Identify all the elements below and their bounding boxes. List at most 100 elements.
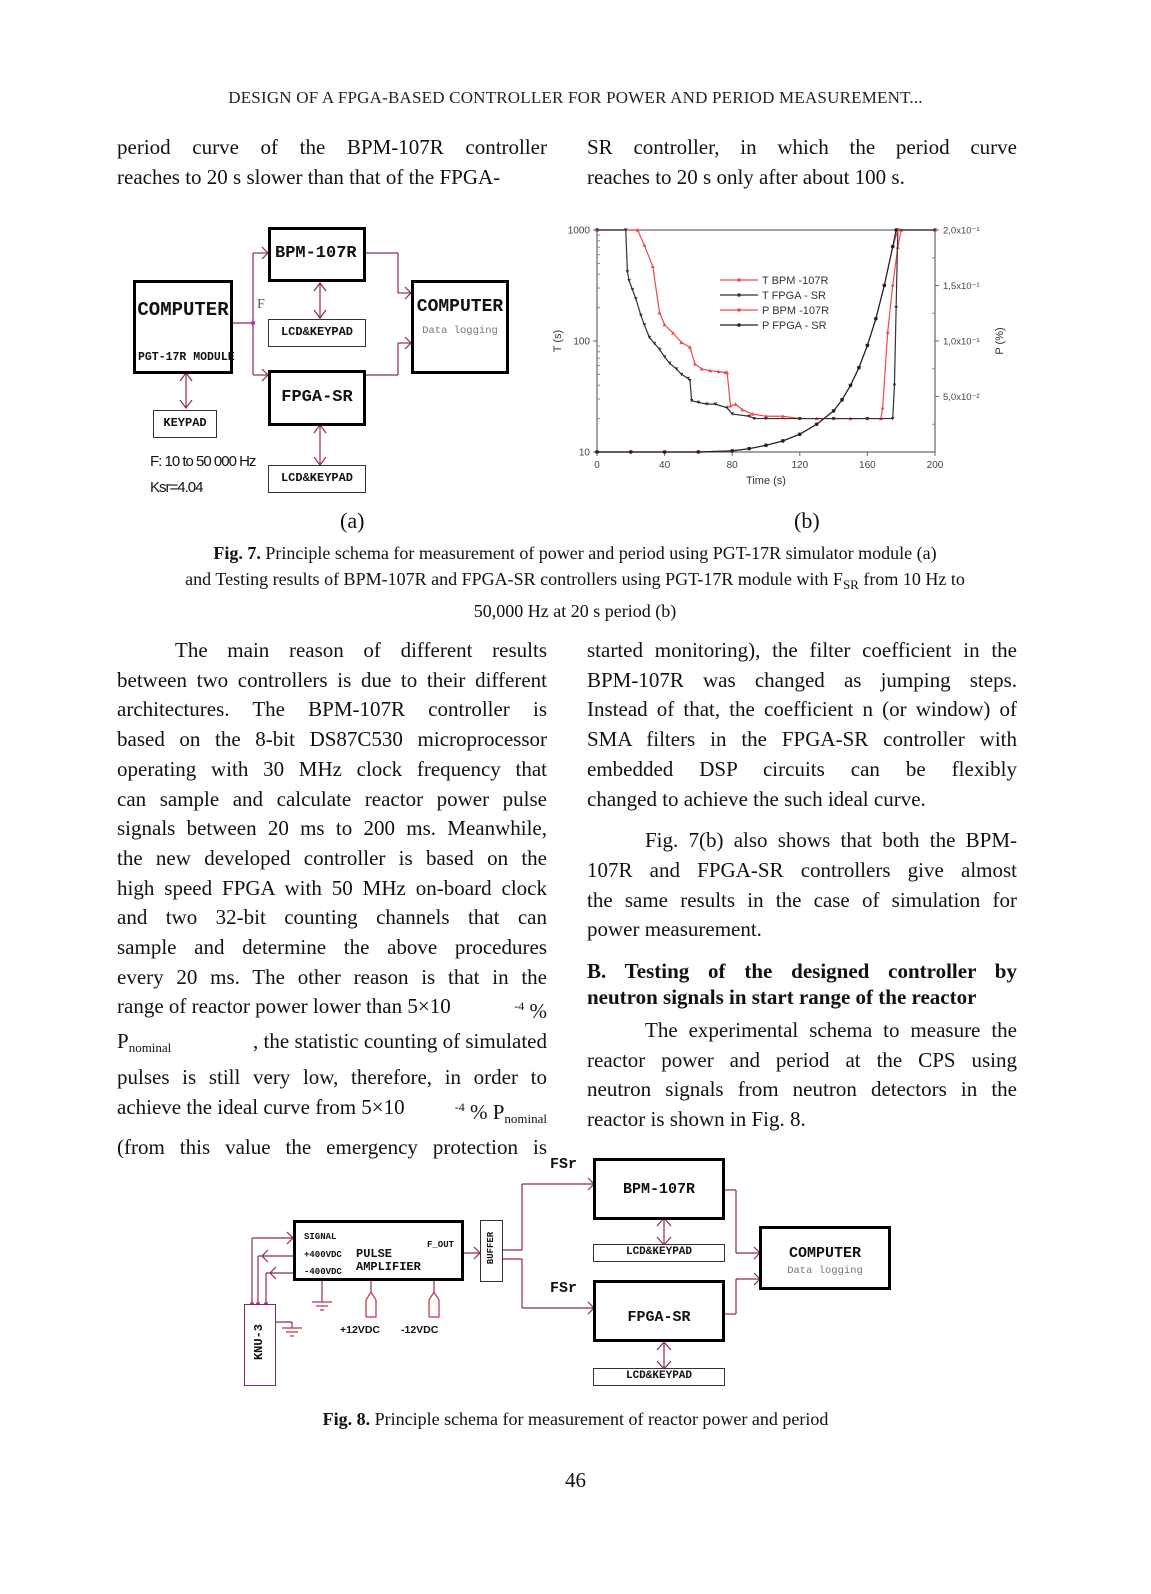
data-point bbox=[874, 317, 878, 321]
top-right-text: SR controller, in which the period curve… bbox=[587, 133, 1017, 192]
data-point bbox=[880, 405, 885, 410]
fpga-sr-box: FPGA-SR bbox=[268, 370, 366, 426]
text-line: every 20 ms. The other reason is that in… bbox=[117, 964, 547, 989]
data-point bbox=[730, 449, 734, 453]
fsr-bottom-label: FSr bbox=[550, 1280, 578, 1297]
text-line: high speed FPGA with 50 MHz on-board clo… bbox=[117, 875, 547, 900]
bpm-107r-box: BPM-107R bbox=[268, 227, 366, 282]
legend-swatch-marker bbox=[737, 278, 741, 282]
data-point bbox=[894, 228, 898, 232]
data-point bbox=[629, 450, 633, 454]
text-line: between two controllers is due to their … bbox=[117, 667, 547, 692]
fig7a-diagram: COMPUTER PGT-17R MODULE KEYPAD F BPM-107… bbox=[120, 215, 520, 515]
legend-label: P BPM -107R bbox=[762, 305, 829, 317]
caption-line: Fig. 7. Principle schema for measurement… bbox=[100, 540, 1050, 566]
chart-svg: 0 40 80 120 160 200 10 100 1000 5,0x10⁻² 1,0x10⁻¹ 1… bbox=[552, 226, 1006, 488]
text-line: embedded DSP circuits can be flexibly bbox=[587, 756, 1017, 781]
text-fragment: P bbox=[117, 1029, 129, 1054]
text-line: the same results in the case of simulati… bbox=[587, 887, 1017, 912]
x-tick-label: 40 bbox=[659, 460, 671, 471]
minus400-pin-label: -400VDC bbox=[304, 1267, 342, 1277]
text-line: SR controller, in which the period curve bbox=[587, 135, 1017, 159]
buffer-label: BUFFER bbox=[486, 1231, 496, 1265]
data-point bbox=[696, 450, 701, 454]
legend-label: T BPM -107R bbox=[762, 275, 828, 287]
buffer-box: BUFFER bbox=[480, 1220, 503, 1282]
data-point bbox=[630, 288, 635, 292]
data-point bbox=[639, 313, 643, 318]
text-line: signals between 20 ms to 200 ms. Meanwhi… bbox=[117, 816, 547, 841]
text-fragment: % bbox=[524, 999, 548, 1024]
fig7-caption-label: Fig. 7. bbox=[213, 543, 261, 563]
text-fragment: range of reactor power lower than 5×10 bbox=[117, 994, 451, 1019]
legend-swatch-marker bbox=[737, 293, 741, 297]
superscript: -4 bbox=[454, 1099, 465, 1114]
text-line: period curve of the BPM-107R controller bbox=[117, 135, 547, 159]
data-point bbox=[693, 362, 698, 366]
data-point bbox=[764, 443, 768, 448]
dest-computer-title: COMPUTER bbox=[416, 297, 504, 317]
data-point bbox=[831, 409, 836, 413]
y2-tick-label: 1,5x10⁻¹ bbox=[943, 281, 980, 292]
data-point bbox=[747, 446, 751, 451]
data-point bbox=[798, 432, 802, 437]
fsr-top-label: FSr bbox=[550, 1156, 578, 1173]
y-tick-label: 10 bbox=[579, 448, 591, 459]
text-line: SMA filters in the FPGA-SR controller wi… bbox=[587, 727, 1017, 752]
data-point bbox=[840, 398, 844, 402]
x-tick-label: 160 bbox=[859, 460, 876, 471]
text-line: can sample and calculate reactor power p… bbox=[117, 786, 547, 811]
source-module-label: PGT-17R MODULE bbox=[138, 351, 235, 364]
text-line: pulses is still very low, therefore, in … bbox=[117, 1064, 547, 1089]
ksr-note: Ksr=4.04 bbox=[150, 479, 203, 496]
text-line: started monitoring), the filter coeffici… bbox=[587, 638, 1017, 662]
source-computer-title: COMPUTER bbox=[137, 299, 229, 321]
fpga-sr-label: FPGA-SR bbox=[627, 1309, 691, 1326]
text-line: achieve the ideal curve from 5×10 -4 % Pn… bbox=[117, 1093, 547, 1134]
lcd-keypad-bottom-box: LCD&KEYPAD bbox=[593, 1368, 725, 1386]
page-number: 46 bbox=[565, 1468, 586, 1492]
panel-label-b: (b) bbox=[794, 508, 820, 533]
text-line: reaches to 20 s only after about 100 s. bbox=[587, 164, 905, 189]
x-tick-label: 80 bbox=[727, 460, 739, 471]
fig8-caption-text: Principle schema for measurement of reac… bbox=[370, 1409, 829, 1429]
text-line: The main reason of different results bbox=[175, 638, 547, 662]
source-computer-box: COMPUTER PGT-17R MODULE bbox=[133, 280, 235, 374]
lcd-keypad-bottom-box: LCD&KEYPAD bbox=[268, 465, 366, 493]
data-point bbox=[882, 283, 887, 288]
caption-text: from 10 Hz to bbox=[858, 569, 965, 589]
lcd-keypad-top-box: LCD&KEYPAD bbox=[268, 319, 366, 347]
caption-line: 50,000 Hz at 20 s period (b) bbox=[473, 601, 677, 621]
data-point bbox=[885, 330, 890, 334]
superscript: -4 bbox=[514, 999, 525, 1014]
text-line: range of reactor power lower than 5×10 -4… bbox=[117, 992, 547, 1027]
panel-label-a: (a) bbox=[340, 508, 365, 533]
knu-3-label: KNU-3 bbox=[252, 1324, 266, 1361]
pulse-amplifier-box: SIGNAL +400VDC -400VDC PULSE AMPLIFIER F… bbox=[293, 1220, 464, 1281]
heading-line: B. Testing of the designed controller by bbox=[587, 959, 1017, 984]
x-tick-label: 0 bbox=[594, 460, 600, 471]
y2-tick-label: 5,0x10⁻² bbox=[943, 392, 980, 403]
amplifier-title-line2: AMPLIFIER bbox=[356, 1260, 421, 1274]
data-point bbox=[642, 323, 647, 327]
amplifier-title-line1: PULSE bbox=[356, 1247, 393, 1261]
text-line: changed to achieve the such ideal curve. bbox=[587, 786, 926, 811]
fig8-caption: Fig. 8. Principle schema for measurement… bbox=[0, 1406, 1151, 1432]
minus-12vdc-label: -12VDC bbox=[401, 1324, 439, 1336]
text-line: reaches to 20 s slower than that of the … bbox=[117, 164, 501, 189]
text-line: the new developed controller is based on… bbox=[117, 845, 547, 870]
data-point bbox=[650, 264, 655, 268]
bpm-107r-label: BPM-107R bbox=[275, 244, 357, 263]
text-line: reactor power and period at the CPS usin… bbox=[587, 1047, 1017, 1072]
left-column-body: The main reason of different results bet… bbox=[117, 636, 547, 1163]
data-point bbox=[642, 243, 647, 247]
plus400-pin-label: +400VDC bbox=[304, 1250, 342, 1260]
frequency-note: F: 10 to 50 000 Hz bbox=[150, 453, 256, 470]
data-point bbox=[688, 378, 692, 383]
top-left-text: period curve of the BPM-107R controller … bbox=[117, 133, 547, 192]
data-point bbox=[857, 365, 861, 370]
data-point bbox=[657, 310, 662, 315]
legend-label: T FPGA - SR bbox=[762, 290, 826, 302]
f-out-pin-label: F_OUT bbox=[427, 1240, 455, 1250]
text-line: Fig. 7(b) also shows that both the BPM- bbox=[645, 828, 1017, 853]
